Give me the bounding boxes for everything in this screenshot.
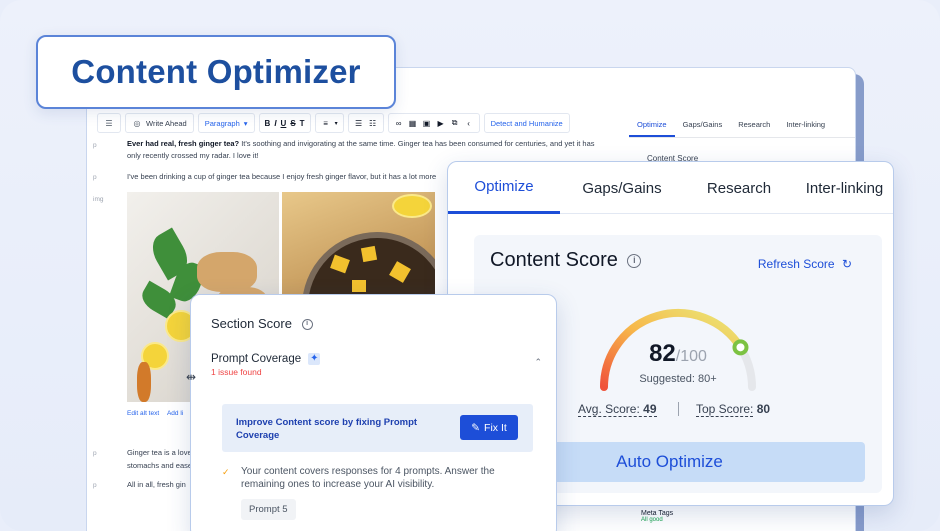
row-tag: p <box>93 482 97 489</box>
meta-tags-section[interactable]: Meta Tags All good <box>641 510 673 523</box>
refresh-score-label: Refresh Score <box>757 257 835 271</box>
section-score-panel: Section Score i Prompt Coverage ✦ 1 issu… <box>190 294 557 531</box>
write-ahead-button[interactable]: ◎ Write Ahead <box>125 113 194 133</box>
prompt-coverage-header[interactable]: Prompt Coverage ✦ <box>211 353 321 366</box>
list-icon: ☰ <box>105 118 113 128</box>
bold-button[interactable]: B <box>265 119 271 128</box>
tab-research[interactable]: Research <box>684 162 794 214</box>
align-group[interactable]: ≡ ▾ <box>314 113 344 133</box>
meta-tags-label: Meta Tags <box>641 510 674 517</box>
table-icon[interactable]: ▦ <box>408 119 418 128</box>
refresh-score-button[interactable]: Refresh Score ↻ <box>758 257 852 271</box>
strike-button[interactable]: S <box>290 119 295 128</box>
brain-icon: ◎ <box>133 118 141 128</box>
row-tag: p <box>93 142 97 149</box>
page-title: Content Optimizer <box>71 53 361 90</box>
paragraph-2[interactable]: I've been drinking a cup of ginger tea b… <box>127 172 457 181</box>
avg-score-value: 49 <box>643 402 657 416</box>
side-tab-research[interactable]: Research <box>730 112 778 137</box>
fix-it-button[interactable]: ✎ Fix It <box>460 415 518 440</box>
resize-cursor-icon: ⇹ <box>186 370 197 384</box>
check-icon: ✓ <box>222 467 230 477</box>
image-icon[interactable]: ▣ <box>422 119 432 128</box>
clear-format-button[interactable]: T <box>300 119 305 128</box>
top-score-value: 80 <box>756 402 771 416</box>
row-tag: p <box>93 174 97 181</box>
tab-inter-linking[interactable]: Inter-linking <box>794 162 893 214</box>
refresh-icon: ↻ <box>841 257 852 271</box>
paragraph-1-bold: Ever had real, fresh ginger tea? <box>127 139 240 148</box>
embed-icon[interactable]: ⧉ <box>450 118 460 128</box>
list-group: ☰ ☷ <box>347 113 384 133</box>
chevron-down-icon: ▾ <box>243 118 248 128</box>
paragraph-label: Paragraph <box>204 118 240 128</box>
chevron-down-icon: ▾ <box>334 120 338 127</box>
paragraph-1[interactable]: Ever had real, fresh ginger tea? It's so… <box>127 138 607 162</box>
score-number: 82 <box>649 340 676 367</box>
row-tag: img <box>93 196 104 203</box>
edit-alt-text-link[interactable]: Edit alt text <box>127 410 159 417</box>
improve-text: Improve Content score by fixing Prompt C… <box>236 417 418 441</box>
prompt-chip[interactable]: Prompt 5 <box>241 499 296 520</box>
write-ahead-label: Write Ahead <box>146 118 187 128</box>
sparkle-icon: ✦ <box>308 353 321 365</box>
paragraph-select[interactable]: Paragraph ▾ <box>197 113 255 133</box>
row-tag: p <box>93 450 97 457</box>
coverage-message: Your content covers responses for 4 prom… <box>241 466 495 490</box>
optimize-tabs: Optimize Gaps/Gains Research Inter-linki… <box>448 162 893 214</box>
score-divider <box>678 402 679 416</box>
content-score-title: Content Score i <box>490 249 642 272</box>
add-link-link[interactable]: Add li <box>167 410 183 417</box>
info-icon[interactable]: i <box>627 253 642 268</box>
side-tab-optimize[interactable]: Optimize <box>629 112 675 137</box>
bullet-list-icon[interactable]: ☰ <box>354 119 364 128</box>
top-score-label: Top Score: <box>696 402 754 417</box>
magic-wand-icon: ✎ <box>471 421 481 434</box>
info-icon[interactable]: i <box>301 319 313 331</box>
italic-button[interactable]: I <box>274 119 276 128</box>
paragraph-3[interactable]: Ginger tea is a love stomachs and ease <box>127 446 197 472</box>
video-icon[interactable]: ▶ <box>436 119 446 128</box>
image-actions: Edit alt text Add li <box>127 410 183 417</box>
tab-optimize[interactable]: Optimize <box>448 162 560 214</box>
detect-humanize-label: Detect and Humanize <box>490 118 563 128</box>
chevron-up-icon[interactable]: ⌃ <box>534 357 542 368</box>
title-badge: Content Optimizer <box>36 35 396 109</box>
score-value: 82/100 <box>592 340 764 368</box>
detect-humanize-button[interactable]: Detect and Humanize <box>483 113 570 133</box>
numbered-list-icon[interactable]: ☷ <box>368 119 378 128</box>
top-score: Top Score: 80 <box>696 402 771 417</box>
paragraph-4[interactable]: All in all, fresh gin <box>127 480 197 489</box>
content-score-label: Content Score <box>490 249 618 271</box>
score-max: /100 <box>675 348 707 365</box>
section-score-title: Section Score i <box>211 316 313 331</box>
issue-count: 1 issue found <box>211 367 262 377</box>
section-score-label: Section Score <box>211 316 292 331</box>
align-icon: ≡ <box>323 118 328 128</box>
list-toggle-button[interactable]: ☰ <box>97 113 121 133</box>
prompt-coverage-label: Prompt Coverage <box>211 353 302 366</box>
tab-gaps-gains[interactable]: Gaps/Gains <box>560 162 684 214</box>
format-group: B I U S T <box>258 113 311 133</box>
improve-callout: Improve Content score by fixing Prompt C… <box>222 404 533 452</box>
side-tab-gaps[interactable]: Gaps/Gains <box>675 112 731 137</box>
editor-side-tabs: Optimize Gaps/Gains Research Inter-linki… <box>629 112 855 138</box>
underline-button[interactable]: U <box>281 119 287 128</box>
side-tab-interlinking[interactable]: Inter-linking <box>778 112 833 137</box>
chevron-left-icon[interactable]: ‹ <box>464 119 474 128</box>
meta-tags-status: All good <box>641 517 663 523</box>
avg-score: Avg. Score: 49 <box>578 402 657 417</box>
suggested-score: Suggested: 80+ <box>639 373 717 385</box>
avg-score-label: Avg. Score: <box>578 402 640 416</box>
insert-group: ∞ ▦ ▣ ▶ ⧉ ‹ <box>387 113 480 133</box>
editor-toolbar: ☰ ◎ Write Ahead Paragraph ▾ B I U S T ≡ ▾… <box>97 112 570 134</box>
link-icon[interactable]: ∞ <box>394 119 404 128</box>
fix-it-label: Fix It <box>484 421 507 434</box>
